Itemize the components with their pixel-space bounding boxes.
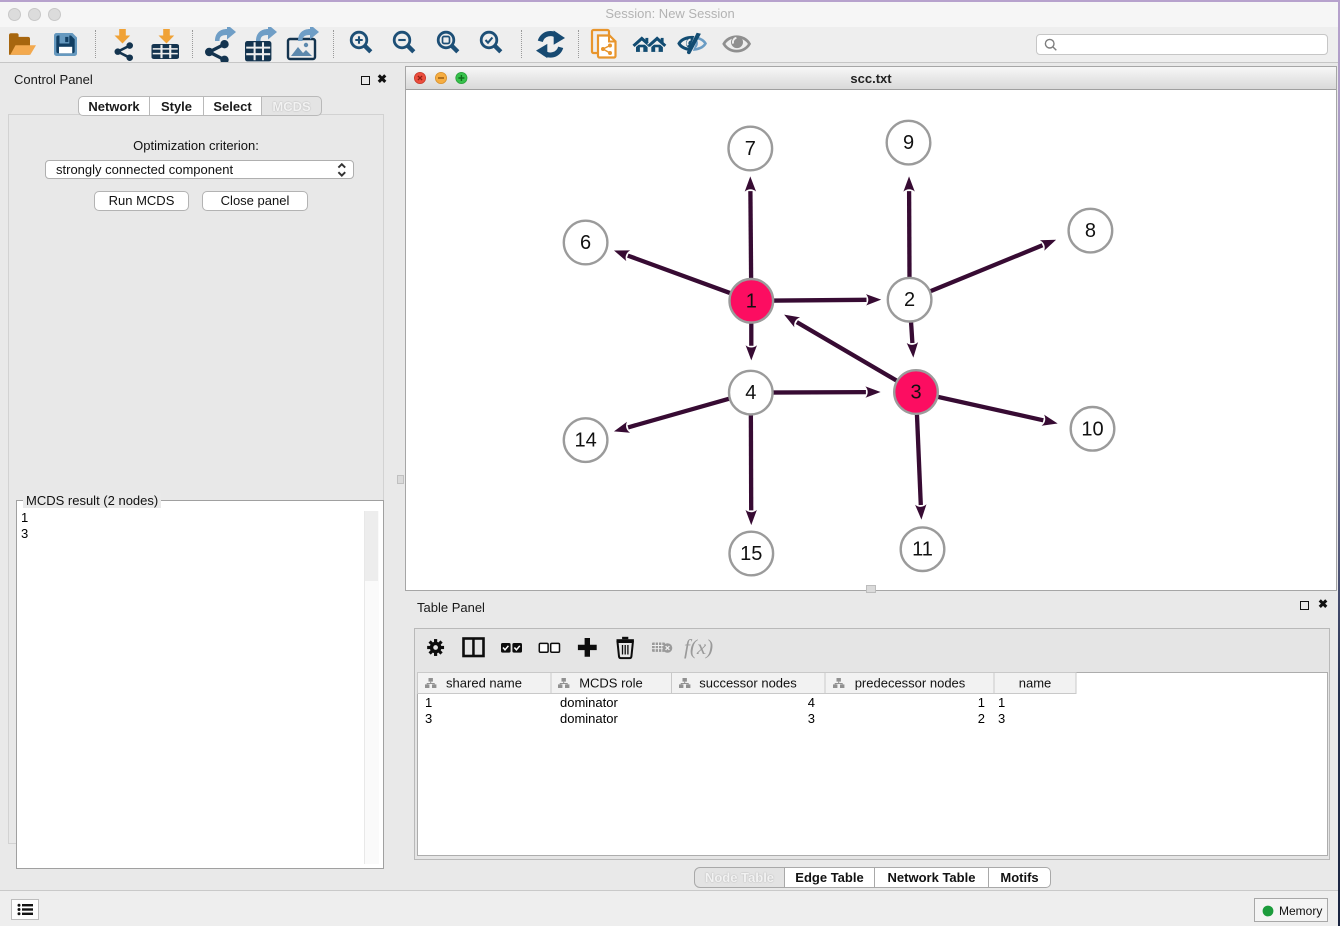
svg-text:6: 6 bbox=[580, 232, 591, 254]
svg-text:9: 9 bbox=[903, 132, 914, 154]
svg-text:predecessor nodes: predecessor nodes bbox=[855, 676, 966, 691]
svg-text:f(x): f(x) bbox=[684, 635, 713, 659]
svg-text:4: 4 bbox=[745, 382, 756, 404]
svg-text:8: 8 bbox=[1085, 220, 1096, 242]
svg-text:name: name bbox=[1019, 676, 1052, 691]
svg-text:7: 7 bbox=[745, 138, 756, 160]
svg-text:1: 1 bbox=[746, 290, 757, 312]
svg-text:successor nodes: successor nodes bbox=[699, 676, 797, 691]
svg-text:MCDS role: MCDS role bbox=[579, 676, 643, 691]
svg-text:14: 14 bbox=[574, 430, 596, 452]
svg-text:shared name: shared name bbox=[446, 676, 522, 691]
svg-text:3: 3 bbox=[910, 382, 921, 404]
svg-text:15: 15 bbox=[740, 543, 762, 565]
svg-text:10: 10 bbox=[1081, 418, 1103, 440]
svg-text:11: 11 bbox=[912, 539, 933, 561]
svg-text:2: 2 bbox=[904, 289, 915, 311]
